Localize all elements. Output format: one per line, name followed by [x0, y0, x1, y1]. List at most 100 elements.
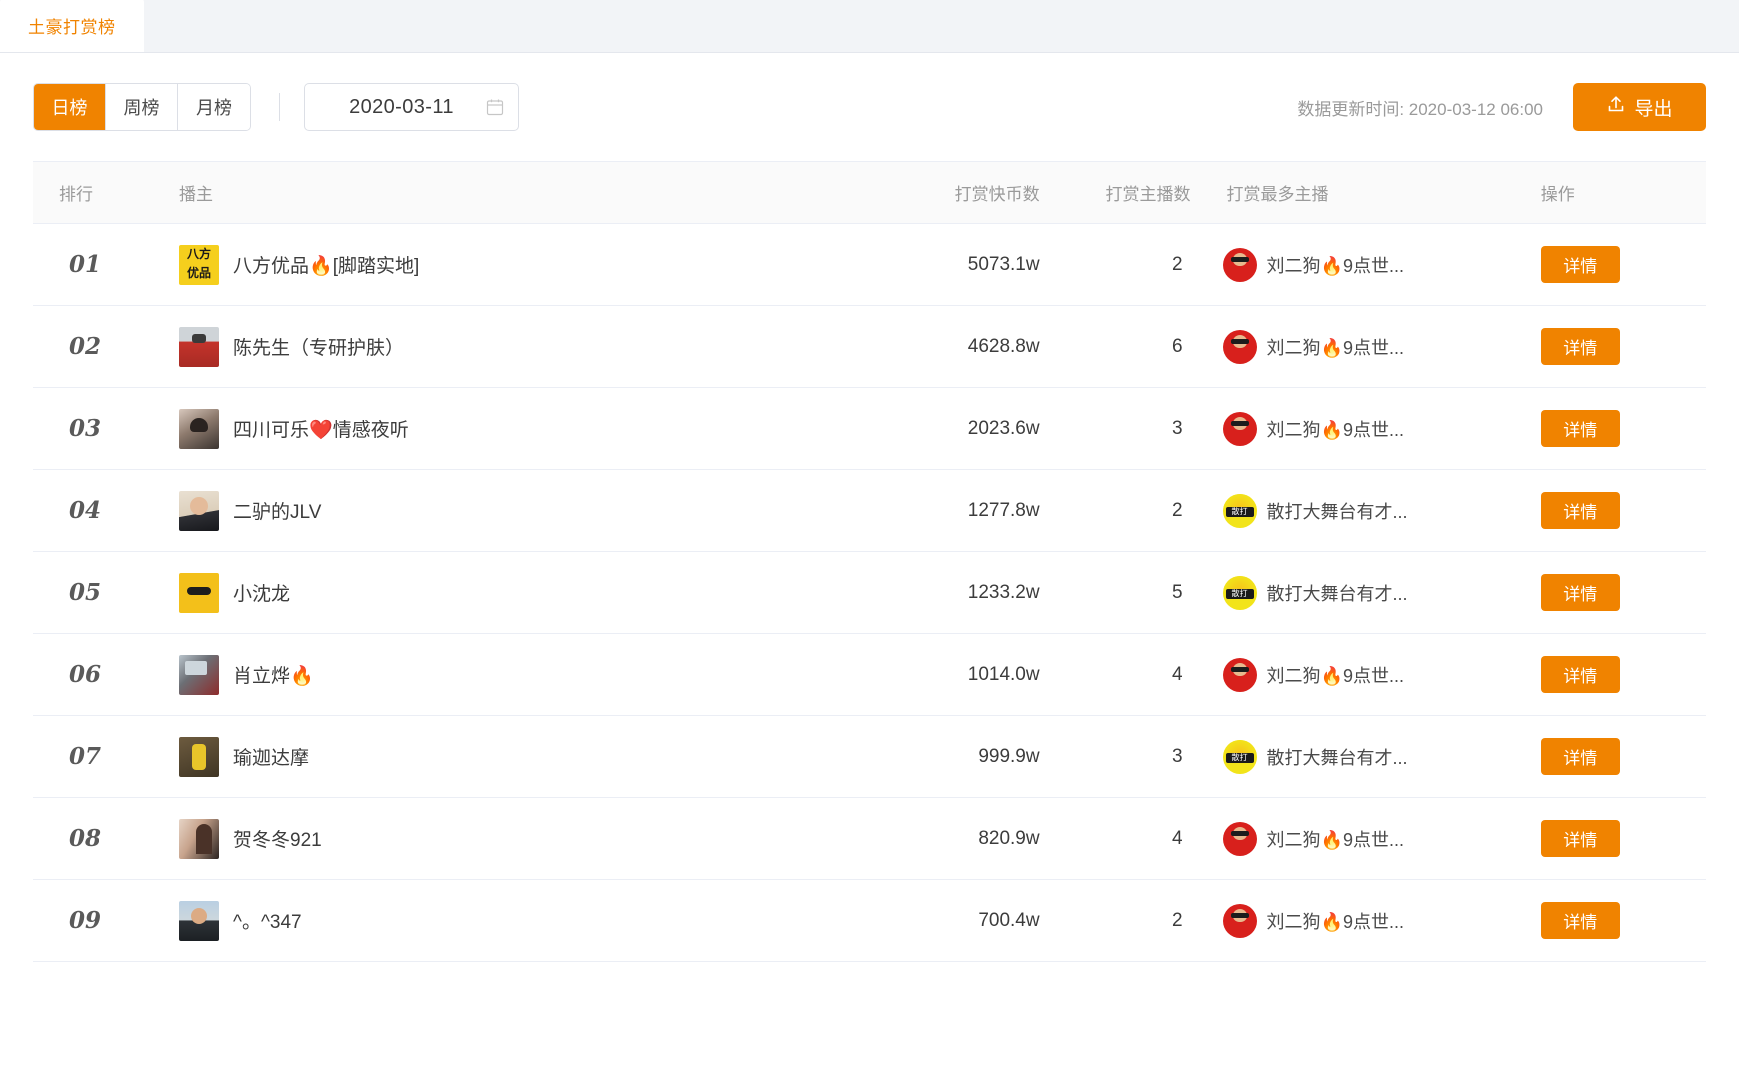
table-header-row: 排行 播主 打赏快币数 打赏主播数 打赏最多主播 操作 [33, 162, 1706, 224]
operation-cell: 详情 [1517, 388, 1706, 470]
operation-cell: 详情 [1517, 880, 1706, 962]
period-segmented-control: 日榜 周榜 月榜 [33, 83, 251, 131]
top-anchor-cell: 散打大舞台有才... [1209, 552, 1517, 634]
top-anchor-cell: 刘二狗🔥9点世... [1209, 798, 1517, 880]
tab-tuhao-reward-ranking[interactable]: 土豪打赏榜 [0, 0, 144, 52]
detail-button[interactable]: 详情 [1541, 820, 1620, 857]
detail-button[interactable]: 详情 [1541, 492, 1620, 529]
host-avatar [179, 655, 219, 695]
rank-value: 01 [33, 224, 169, 306]
host-cell: 四川可乐❤️情感夜听 [169, 388, 892, 470]
top-anchor-avatar [1223, 412, 1257, 446]
table-row: 06肖立烨🔥1014.0w4刘二狗🔥9点世...详情 [33, 634, 1706, 716]
operation-cell: 详情 [1517, 224, 1706, 306]
table-row: 07瑜迦达摩999.9w3散打大舞台有才...详情 [33, 716, 1706, 798]
detail-button[interactable]: 详情 [1541, 656, 1620, 693]
top-anchor-name: 刘二狗🔥9点世... [1267, 252, 1404, 278]
host-cell: 贺冬冬921 [169, 798, 892, 880]
detail-button[interactable]: 详情 [1541, 328, 1620, 365]
top-anchor-avatar [1223, 658, 1257, 692]
detail-button[interactable]: 详情 [1541, 902, 1620, 939]
table-row: 05小沈龙1233.2w5散打大舞台有才...详情 [33, 552, 1706, 634]
coins-value: 4628.8w [892, 306, 1058, 388]
host-avatar [179, 491, 219, 531]
period-button-monthly[interactable]: 月榜 [178, 84, 250, 130]
rank-value: 07 [33, 716, 169, 798]
top-anchor-name: 散打大舞台有才... [1267, 744, 1408, 770]
top-anchor-cell: 刘二狗🔥9点世... [1209, 388, 1517, 470]
column-header-host: 播主 [169, 162, 892, 224]
coins-value: 1277.8w [892, 470, 1058, 552]
upload-icon [1606, 94, 1626, 120]
table-row: 09^。^347700.4w2刘二狗🔥9点世...详情 [33, 880, 1706, 962]
detail-button[interactable]: 详情 [1541, 410, 1620, 447]
host-cell: 瑜迦达摩 [169, 716, 892, 798]
detail-button[interactable]: 详情 [1541, 246, 1620, 283]
table-row: 04二驴的JLV1277.8w2散打大舞台有才...详情 [33, 470, 1706, 552]
operation-cell: 详情 [1517, 634, 1706, 716]
top-anchor-avatar [1223, 330, 1257, 364]
column-header-top-anchor: 打赏最多主播 [1209, 162, 1517, 224]
host-name: 八方优品🔥[脚踏实地] [233, 251, 419, 278]
host-avatar [179, 819, 219, 859]
top-anchor-name: 刘二狗🔥9点世... [1267, 662, 1404, 688]
host-cell: 二驴的JLV [169, 470, 892, 552]
detail-button[interactable]: 详情 [1541, 574, 1620, 611]
period-button-daily[interactable]: 日榜 [34, 84, 106, 130]
table-row: 02 陈先生（专研护肤） 4628.8w6刘二狗🔥9点世... 详情 [33, 306, 1706, 388]
operation-cell: 详情 [1517, 306, 1706, 388]
top-anchor-cell: 刘二狗🔥9点世... [1209, 634, 1517, 716]
table-header: 排行 播主 打赏快币数 打赏主播数 打赏最多主播 操作 [33, 162, 1706, 224]
rank-value: 02 [33, 306, 169, 388]
top-anchor-name: 散打大舞台有才... [1267, 498, 1408, 524]
date-picker[interactable]: 2020-03-11 [304, 83, 519, 131]
ranking-table-container: 排行 播主 打赏快币数 打赏主播数 打赏最多主播 操作 01 八方优品🔥[脚踏实地… [0, 161, 1739, 962]
date-picker-value: 2020-03-11 [305, 96, 486, 119]
rank-value: 05 [33, 552, 169, 634]
top-anchor-name: 刘二狗🔥9点世... [1267, 416, 1404, 442]
operation-cell: 详情 [1517, 470, 1706, 552]
operation-cell: 详情 [1517, 798, 1706, 880]
top-anchor-name: 散打大舞台有才... [1267, 580, 1408, 606]
top-anchor-cell: 刘二狗🔥9点世... [1209, 306, 1517, 388]
host-cell: 肖立烨🔥 [169, 634, 892, 716]
table-row: 03四川可乐❤️情感夜听2023.6w3刘二狗🔥9点世...详情 [33, 388, 1706, 470]
period-button-weekly-label: 周榜 [124, 94, 160, 120]
detail-button[interactable]: 详情 [1541, 738, 1620, 775]
toolbar-divider [279, 93, 280, 121]
data-update-time: 数据更新时间: 2020-03-12 06:00 [1297, 95, 1543, 120]
column-header-coins: 打赏快币数 [892, 162, 1058, 224]
anchor-count-value: 3 [1058, 388, 1209, 470]
top-anchor-avatar [1223, 904, 1257, 938]
period-button-monthly-label: 月榜 [196, 94, 232, 120]
ranking-table: 排行 播主 打赏快币数 打赏主播数 打赏最多主播 操作 01 八方优品🔥[脚踏实地… [33, 161, 1706, 962]
rank-value: 04 [33, 470, 169, 552]
host-avatar [179, 327, 219, 367]
host-cell: ^。^347 [169, 880, 892, 962]
tab-bar: 土豪打赏榜 [0, 0, 1739, 53]
coins-value: 820.9w [892, 798, 1058, 880]
host-name: 小沈龙 [233, 579, 290, 606]
top-anchor-avatar [1223, 576, 1257, 610]
period-button-weekly[interactable]: 周榜 [106, 84, 178, 130]
filter-toolbar: 日榜 周榜 月榜 2020-03-11 数据更新时间: 2020-03-12 0… [0, 53, 1739, 161]
host-avatar [179, 573, 219, 613]
anchor-count-value: 4 [1058, 634, 1209, 716]
anchor-count-value: 2 [1058, 880, 1209, 962]
top-anchor-avatar [1223, 740, 1257, 774]
table-body: 01八方优品🔥[脚踏实地]5073.1w2刘二狗🔥9点世...详情02陈先生（专… [33, 224, 1706, 962]
top-anchor-avatar [1223, 494, 1257, 528]
top-anchor-cell: 散打大舞台有才... [1209, 470, 1517, 552]
column-header-anchor-count: 打赏主播数 [1058, 162, 1209, 224]
host-cell: 小沈龙 [169, 552, 892, 634]
top-anchor-cell: 刘二狗🔥9点世... [1209, 880, 1517, 962]
top-anchor-name: 刘二狗🔥9点世... [1267, 826, 1404, 852]
rank-value: 03 [33, 388, 169, 470]
host-avatar [179, 245, 219, 285]
host-cell: 八方优品🔥[脚踏实地] [169, 224, 892, 306]
anchor-count-value: 6 [1058, 306, 1209, 388]
host-avatar [179, 737, 219, 777]
host-name: 陈先生（专研护肤） [233, 333, 404, 360]
export-button[interactable]: 导出 [1573, 83, 1706, 131]
top-anchor-avatar [1223, 248, 1257, 282]
